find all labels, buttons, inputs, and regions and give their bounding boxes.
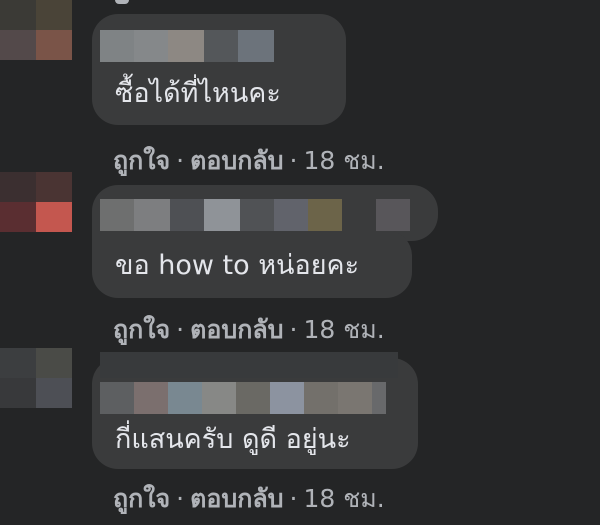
reply-link[interactable]: ตอบกลับ <box>190 484 283 513</box>
commenter-name-blurred[interactable] <box>100 199 410 231</box>
avatar[interactable] <box>0 0 72 60</box>
comment-actions: ถูกใจ · ตอบกลับ · 18 ชม. <box>113 484 385 514</box>
previous-comment-fragment <box>115 0 129 4</box>
avatar[interactable] <box>0 172 72 232</box>
timestamp[interactable]: 18 ชม. <box>304 484 385 513</box>
like-link[interactable]: ถูกใจ <box>113 484 170 513</box>
separator: · <box>176 146 185 175</box>
commenter-name-blurred[interactable] <box>100 382 386 414</box>
like-link[interactable]: ถูกใจ <box>113 146 170 175</box>
commenter-name-blurred[interactable] <box>100 30 274 62</box>
reply-link[interactable]: ตอบกลับ <box>190 146 283 175</box>
timestamp[interactable]: 18 ชม. <box>304 146 385 175</box>
like-link[interactable]: ถูกใจ <box>113 315 170 344</box>
avatar[interactable] <box>0 348 72 408</box>
comment-text: ขอ how to หน่อยคะ <box>115 250 360 281</box>
comment-actions: ถูกใจ · ตอบกลับ · 18 ชม. <box>113 146 385 176</box>
timestamp[interactable]: 18 ชม. <box>304 315 385 344</box>
comment-text: กี่แสนครับ ดูดี อยู่นะ <box>115 424 351 455</box>
separator: · <box>289 315 298 344</box>
separator: · <box>176 315 185 344</box>
comment-actions: ถูกใจ · ตอบกลับ · 18 ชม. <box>113 315 385 345</box>
comment-thread: ซื้อได้ที่ไหนคะ ถูกใจ · ตอบกลับ · 18 ชม. ขอ … <box>0 0 600 525</box>
separator: · <box>289 484 298 513</box>
comment-text: ซื้อได้ที่ไหนคะ <box>115 78 281 109</box>
commenter-name-overlay <box>100 352 398 378</box>
separator: · <box>176 484 185 513</box>
reply-link[interactable]: ตอบกลับ <box>190 315 283 344</box>
separator: · <box>289 146 298 175</box>
